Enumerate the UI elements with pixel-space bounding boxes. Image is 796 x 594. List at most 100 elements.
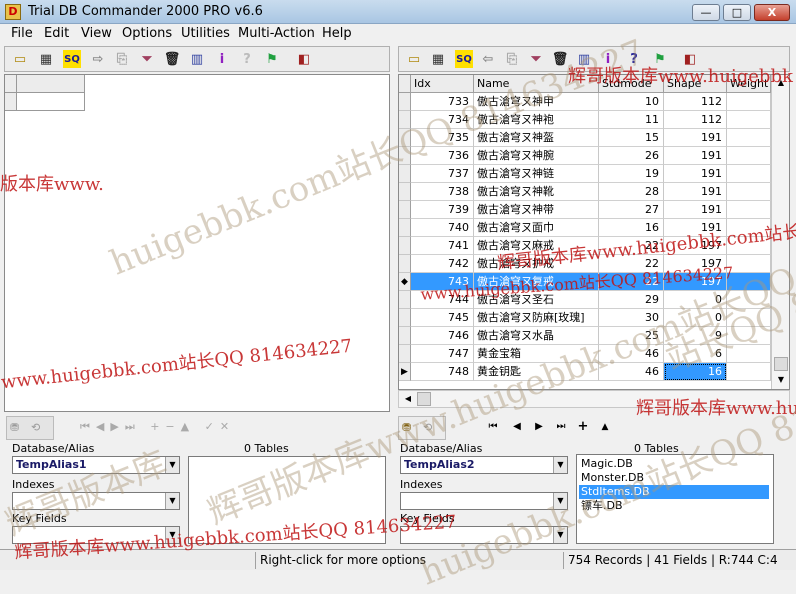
grid-cell-shape[interactable]: 191 xyxy=(664,129,727,147)
sql-icon[interactable]: SQ xyxy=(63,50,81,68)
table-grid-icon[interactable]: ▦ xyxy=(37,50,55,68)
table-row[interactable]: 745 傲古滄穹ㄡ防麻[玫瑰] 30 0 xyxy=(399,309,771,327)
grid-cell-shape[interactable]: 191 xyxy=(664,201,727,219)
first-record-icon[interactable]: ⏮ xyxy=(486,420,500,434)
grid-cell-idx[interactable]: 742 xyxy=(411,255,474,273)
grid-cell-stdmode[interactable]: 10 xyxy=(599,93,664,111)
column-header-weight[interactable]: Weight xyxy=(727,75,771,93)
grid-cell-stdmode[interactable]: 25 xyxy=(599,327,664,345)
right-indexes-select[interactable]: ▼ xyxy=(400,492,568,510)
list-item[interactable]: 镖车.DB xyxy=(579,499,769,513)
prior-record-icon[interactable]: ◀ xyxy=(510,420,524,434)
grid-cell-idx[interactable]: 743 xyxy=(411,273,474,291)
grid-cell-weight[interactable] xyxy=(727,345,771,363)
left-indexes-select[interactable]: ▼ xyxy=(12,492,180,510)
grid-cell-idx[interactable]: 748 xyxy=(411,363,474,381)
grid-cell-idx[interactable]: 739 xyxy=(411,201,474,219)
menu-utilities[interactable]: Utilities xyxy=(181,26,230,41)
table-row[interactable]: 739 傲古滄穹ㄡ神带 27 191 xyxy=(399,201,771,219)
help-disabled-icon[interactable]: ? xyxy=(238,50,256,68)
scroll-up-arrow-icon[interactable]: ▲ xyxy=(774,76,788,90)
grid-cell-name[interactable]: 傲古滄穹ㄡ麻戒 xyxy=(474,237,599,255)
row-indicator[interactable] xyxy=(399,93,411,111)
right-tables-list[interactable]: Magic.DB Monster.DB StdItems.DB 镖车.DB xyxy=(576,454,774,544)
table-row[interactable]: 734 傲古滄穹ㄡ神袍 11 112 xyxy=(399,111,771,129)
run-icon[interactable]: ⚑ xyxy=(651,50,669,68)
hscroll-thumb[interactable] xyxy=(417,392,431,406)
grid-cell-weight[interactable] xyxy=(727,93,771,111)
close-button[interactable]: X xyxy=(754,4,790,21)
dropdown-arrow-icon[interactable]: ▼ xyxy=(553,527,567,543)
arrow-left-icon[interactable]: ⇦ xyxy=(479,50,497,68)
grid-cell-weight[interactable] xyxy=(727,255,771,273)
trash-icon[interactable]: 🗑 xyxy=(163,50,181,68)
grid-cell-name[interactable]: 傲古滄穹ㄡ复戒 xyxy=(474,273,599,291)
sql-icon[interactable]: SQ xyxy=(455,50,473,68)
table-row[interactable]: 737 傲古滄穹ㄡ神链 19 191 xyxy=(399,165,771,183)
row-indicator[interactable] xyxy=(399,255,411,273)
menu-view[interactable]: View xyxy=(81,26,112,41)
list-item[interactable]: Monster.DB xyxy=(579,471,769,485)
table-row[interactable]: 747 黄金宝箱 46 6 xyxy=(399,345,771,363)
grid-cell-stdmode[interactable]: 29 xyxy=(599,291,664,309)
grid-cell-weight[interactable] xyxy=(727,237,771,255)
grid-cell-stdmode[interactable]: 22 xyxy=(599,273,664,291)
grid-cell-shape[interactable]: 16 xyxy=(664,363,727,381)
vertical-scrollbar[interactable]: ▲ ▼ xyxy=(771,75,789,389)
row-indicator[interactable] xyxy=(399,147,411,165)
grid-cell-shape[interactable]: 6 xyxy=(664,345,727,363)
column-header-idx[interactable]: Idx xyxy=(411,75,474,93)
row-indicator[interactable] xyxy=(399,183,411,201)
minimize-button[interactable]: — xyxy=(692,4,720,21)
grid-cell-idx[interactable]: 745 xyxy=(411,309,474,327)
table-row[interactable]: 742 傲古滄穹ㄡ护戒 22 197 xyxy=(399,255,771,273)
grid-cell-stdmode[interactable]: 27 xyxy=(599,201,664,219)
copy-icon[interactable]: ⎘ xyxy=(503,50,521,68)
grid-cell-shape[interactable]: 112 xyxy=(664,93,727,111)
menu-options[interactable]: Options xyxy=(122,26,172,41)
left-tables-list[interactable] xyxy=(188,456,386,544)
help-icon[interactable]: ? xyxy=(625,50,643,68)
maximize-button[interactable]: □ xyxy=(723,4,751,21)
grid-cell-name[interactable]: 傲古滄穹ㄡ神袍 xyxy=(474,111,599,129)
dropdown-arrow-icon[interactable]: ▼ xyxy=(165,493,179,509)
table-row[interactable]: 733 傲古滄穹ㄡ神甲 10 112 xyxy=(399,93,771,111)
left-database-select[interactable]: TempAlias1 ▼ xyxy=(12,456,180,474)
grid-cell-weight[interactable] xyxy=(727,291,771,309)
horizontal-scrollbar[interactable]: ◀ xyxy=(398,390,790,408)
table-row[interactable]: 735 傲古滄穹ㄡ神盔 15 191 xyxy=(399,129,771,147)
grid-cell-stdmode[interactable]: 11 xyxy=(599,111,664,129)
grid-cell-weight[interactable] xyxy=(727,363,771,381)
grid-cell-idx[interactable]: 734 xyxy=(411,111,474,129)
grid-cell-stdmode[interactable]: 22 xyxy=(599,237,664,255)
grid-cell-name[interactable]: 傲古滄穹ㄡ神靴 xyxy=(474,183,599,201)
right-data-grid[interactable]: Idx Name Stdmode Shape Weight 733 傲古滄穹ㄡ神甲… xyxy=(398,74,790,390)
grid-cell-stdmode[interactable]: 28 xyxy=(599,183,664,201)
grid-cell-shape[interactable]: 0 xyxy=(664,309,727,327)
column-header-stdmode[interactable]: Stdmode xyxy=(599,75,664,93)
column-header-shape[interactable]: Shape xyxy=(664,75,727,93)
grid-cell-stdmode[interactable]: 22 xyxy=(599,255,664,273)
row-indicator[interactable] xyxy=(399,237,411,255)
open-folder-icon[interactable]: ▭ xyxy=(11,50,29,68)
grid-cell-idx[interactable]: 738 xyxy=(411,183,474,201)
dropdown-arrow-icon[interactable]: ▼ xyxy=(165,457,179,473)
grid-cell-weight[interactable] xyxy=(727,273,771,291)
grid-cell-shape[interactable]: 112 xyxy=(664,111,727,129)
grid-cell-shape[interactable]: 0 xyxy=(664,291,727,309)
filter-icon[interactable]: ⏷ xyxy=(138,50,156,68)
info-icon[interactable]: i xyxy=(213,50,231,68)
row-indicator[interactable] xyxy=(399,219,411,237)
list-item[interactable]: Magic.DB xyxy=(579,457,769,471)
grid-cell-shape[interactable]: 191 xyxy=(664,147,727,165)
table-row[interactable]: 740 傲古滄穹ㄡ面巾 16 191 xyxy=(399,219,771,237)
grid-cell-idx[interactable]: 741 xyxy=(411,237,474,255)
grid-cell-shape[interactable]: 191 xyxy=(664,183,727,201)
scroll-thumb[interactable] xyxy=(774,357,788,371)
bars-icon[interactable]: ▥ xyxy=(188,50,206,68)
grid-cell-stdmode[interactable]: 16 xyxy=(599,219,664,237)
list-item[interactable]: StdItems.DB xyxy=(579,485,769,499)
right-refresh-icon[interactable]: ⟲ xyxy=(423,421,432,434)
arrow-right-icon[interactable]: ⇨ xyxy=(89,50,107,68)
grid-cell-name[interactable]: 傲古滄穹ㄡ水晶 xyxy=(474,327,599,345)
